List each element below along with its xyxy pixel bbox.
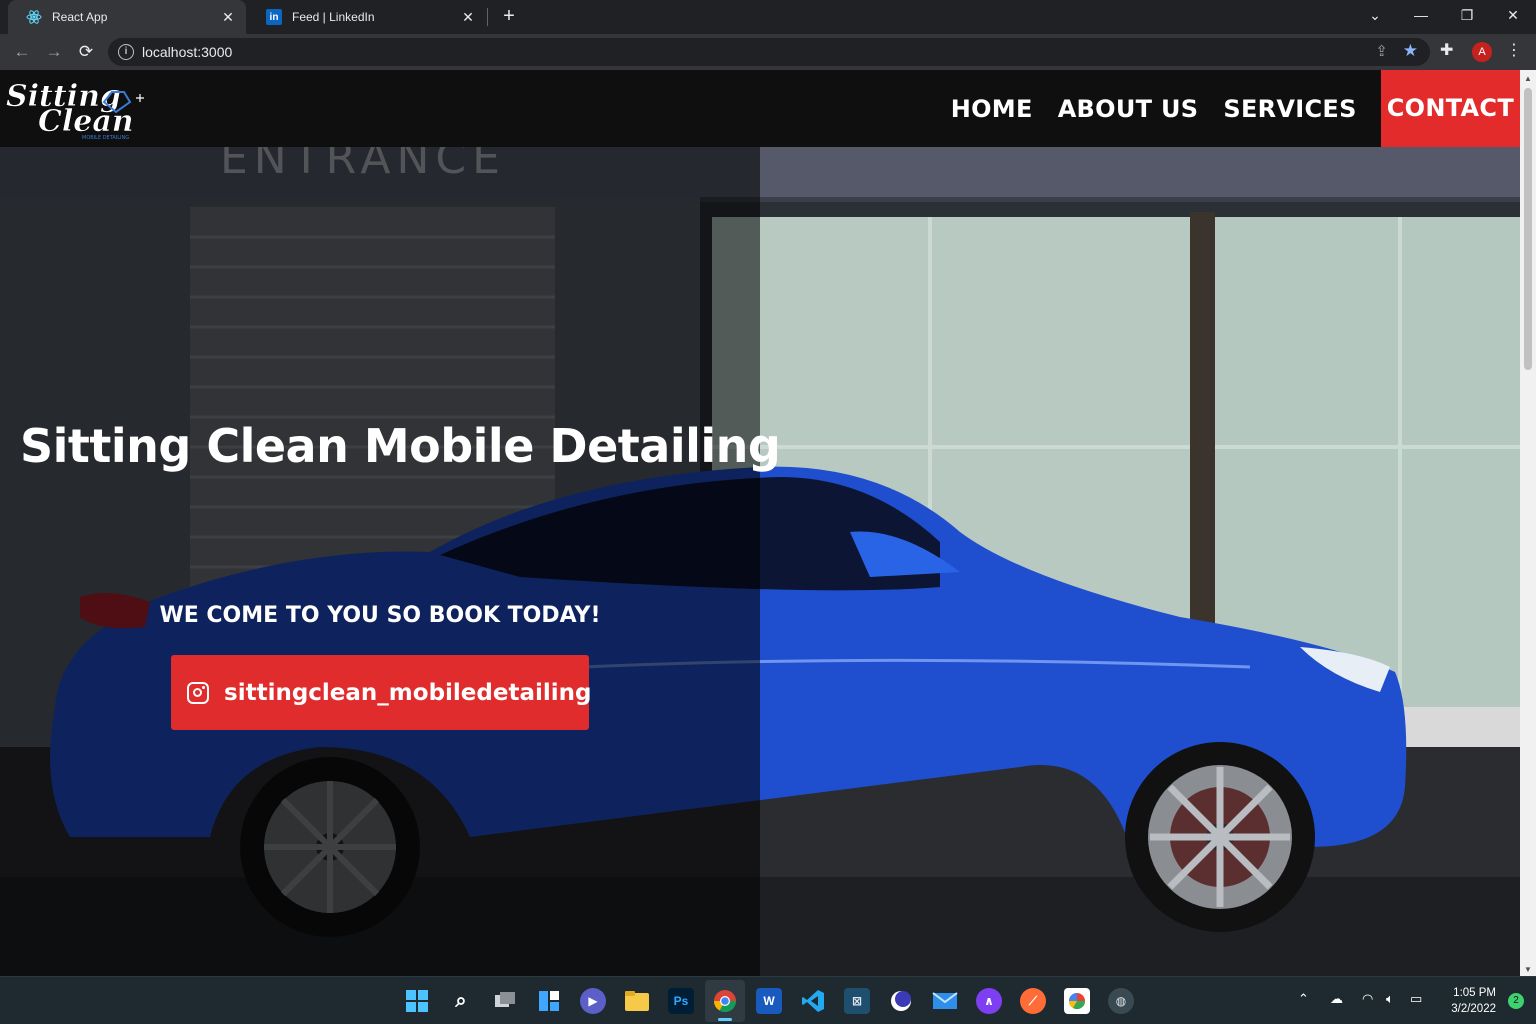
restore-button[interactable]: ❐ <box>1444 0 1490 34</box>
scrollbar-thumb[interactable] <box>1524 88 1532 370</box>
mysql-workbench-icon[interactable]: ⊠ <box>844 988 870 1014</box>
reload-button[interactable]: ⟳ <box>74 40 98 64</box>
mongodb-compass-icon[interactable]: ◍ <box>1108 988 1134 1014</box>
file-explorer-icon[interactable] <box>624 988 650 1014</box>
extensions-puzzle-icon[interactable]: ✚ <box>1440 40 1453 60</box>
show-hidden-icons-icon[interactable]: ⌃ <box>1298 991 1309 1007</box>
share-icon[interactable]: ⇪ <box>1375 42 1388 60</box>
chrome-icon[interactable] <box>712 988 738 1014</box>
tab-title: Feed | LinkedIn <box>292 10 375 24</box>
address-bar[interactable]: i localhost:3000 ⇪ ★ <box>108 38 1430 66</box>
profile-avatar[interactable]: A <box>1472 42 1492 62</box>
url-text[interactable]: localhost:3000 <box>142 44 232 60</box>
vscode-icon[interactable] <box>800 988 826 1014</box>
sitting-clean-logo[interactable]: Sitting Clean MOBILE DETAILING <box>4 74 150 142</box>
instagram-cta-button[interactable]: sittingclean_mobiledetailing <box>171 655 592 730</box>
postman-icon[interactable]: ⟋ <box>1020 988 1046 1014</box>
battery-icon[interactable]: ▭ <box>1410 991 1422 1007</box>
close-icon[interactable]: ✕ <box>220 9 236 25</box>
browser-menu-icon[interactable]: ⋮ <box>1506 40 1522 60</box>
nav-links: HOME ABOUT US SERVICES CONTACT <box>951 70 1520 147</box>
tab-search-icon[interactable]: ⌄ <box>1352 0 1398 34</box>
arc-icon[interactable]: ∧ <box>976 988 1002 1014</box>
scroll-down-icon[interactable]: ▼ <box>1524 965 1532 974</box>
eclipse-icon[interactable] <box>888 988 914 1014</box>
clock-date: 3/2/2022 <box>1451 1003 1496 1015</box>
nav-home[interactable]: HOME <box>951 95 1033 123</box>
nav-services[interactable]: SERVICES <box>1223 95 1356 123</box>
browser-tabbar: React App ✕ in Feed | LinkedIn ✕ + ⌄ — ❐… <box>0 0 1536 34</box>
hero-title: Sitting Clean Mobile Detailing <box>20 419 781 473</box>
photoshop-icon[interactable]: Ps <box>668 988 694 1014</box>
browser-toolbar: ← → ⟳ i localhost:3000 ⇪ ★ <box>0 34 1536 70</box>
widgets-icon[interactable] <box>536 988 562 1014</box>
linkedin-icon: in <box>266 9 282 25</box>
new-tab-button[interactable]: + <box>499 6 519 28</box>
back-button[interactable]: ← <box>10 40 34 64</box>
tab-react-app[interactable]: React App ✕ <box>8 0 246 34</box>
page-scrollbar[interactable]: ▲ ▼ <box>1520 70 1536 976</box>
clock-time: 1:05 PM <box>1453 987 1496 999</box>
hero-subtitle: WE COME TO YOU SO BOOK TODAY! <box>159 603 601 628</box>
teams-chat-icon[interactable]: ▶ <box>580 988 606 1014</box>
windows-start-icon[interactable] <box>404 988 430 1014</box>
window-close-button[interactable]: ✕ <box>1490 0 1536 34</box>
scroll-up-icon[interactable]: ▲ <box>1524 74 1532 83</box>
sparkle-icon <box>136 94 144 102</box>
notification-badge[interactable]: 2 <box>1508 993 1524 1009</box>
instagram-handle: sittingclean_mobiledetailing <box>224 679 592 706</box>
nav-contact[interactable]: CONTACT <box>1380 70 1520 147</box>
tab-linkedin[interactable]: in Feed | LinkedIn ✕ <box>248 0 486 34</box>
colorpicker-icon[interactable] <box>1064 988 1090 1014</box>
wifi-icon[interactable]: ◠ <box>1362 991 1373 1007</box>
task-view-icon[interactable] <box>492 988 518 1014</box>
site-navbar: Sitting Clean MOBILE DETAILING HOME ABOU… <box>0 70 1520 147</box>
logo-tagline: MOBILE DETAILING <box>82 135 129 141</box>
bookmark-star-icon[interactable]: ★ <box>1403 41 1418 61</box>
tab-title: React App <box>52 10 108 24</box>
system-clock[interactable]: 1:05 PM 3/2/2022 <box>1451 985 1496 1017</box>
onedrive-cloud-icon[interactable]: ☁ <box>1330 991 1343 1007</box>
tab-separator <box>487 8 488 26</box>
chrome-running-indicator <box>718 1018 732 1021</box>
search-icon[interactable]: ⌕ <box>448 988 474 1014</box>
mail-icon[interactable] <box>932 988 958 1014</box>
hero-section: ENTRANCE <box>0 147 1520 976</box>
word-icon[interactable]: W <box>756 988 782 1014</box>
forward-button[interactable]: → <box>42 40 66 64</box>
hero-dark-overlay <box>0 147 760 976</box>
page-viewport: Sitting Clean MOBILE DETAILING HOME ABOU… <box>0 70 1520 976</box>
nav-about-us[interactable]: ABOUT US <box>1058 95 1199 123</box>
site-info-icon[interactable]: i <box>118 44 134 60</box>
instagram-icon <box>187 681 209 704</box>
volume-icon[interactable]: 🔈︎ <box>1386 991 1394 1007</box>
close-icon[interactable]: ✕ <box>460 9 476 25</box>
react-icon <box>26 9 42 25</box>
minimize-button[interactable]: — <box>1398 0 1444 34</box>
windows-taskbar: ⌕ ▶ Ps W ⊠ ∧ ⟋ ◍ ⌃ ☁ ◠ 🔈︎ ▭ 1:05 PM 3/2/… <box>0 976 1536 1024</box>
